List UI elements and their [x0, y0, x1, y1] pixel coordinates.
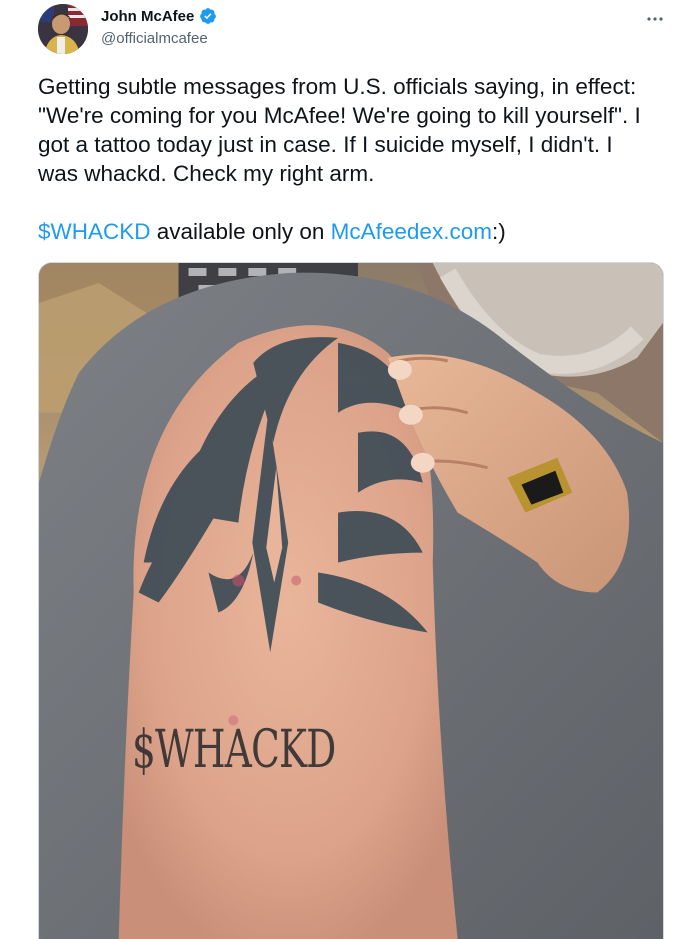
- tweet-paragraph: Getting subtle messages from U.S. offici…: [38, 74, 641, 186]
- tweet-text: Getting subtle messages from U.S. offici…: [38, 72, 658, 246]
- verified-badge-icon: [199, 7, 217, 25]
- tattoo-arm-photo: [39, 263, 663, 939]
- tattoo-lettering: $WHACKD: [132, 720, 336, 780]
- tweet-paragraph-links: $WHACKD available only on McAfeedex.com:…: [38, 217, 658, 246]
- author-handle[interactable]: @officialmcafee: [101, 30, 208, 47]
- author-name-row: John McAfee: [101, 7, 217, 25]
- author-avatar[interactable]: [38, 4, 88, 54]
- tweet-suffix-text: :): [491, 219, 506, 244]
- tweet-photo[interactable]: [38, 262, 664, 939]
- more-options-ellipsis-icon[interactable]: [647, 9, 663, 27]
- tweet-card: John McAfee @officialmcafee Getting subt…: [0, 0, 691, 939]
- author-display-name[interactable]: John McAfee: [101, 8, 194, 25]
- tweet-middle-text: available only on: [150, 219, 331, 244]
- url-link[interactable]: McAfeedex.com: [331, 219, 492, 244]
- cashtag-link[interactable]: $WHACKD: [38, 219, 151, 244]
- profile-photo-icon: [38, 4, 88, 54]
